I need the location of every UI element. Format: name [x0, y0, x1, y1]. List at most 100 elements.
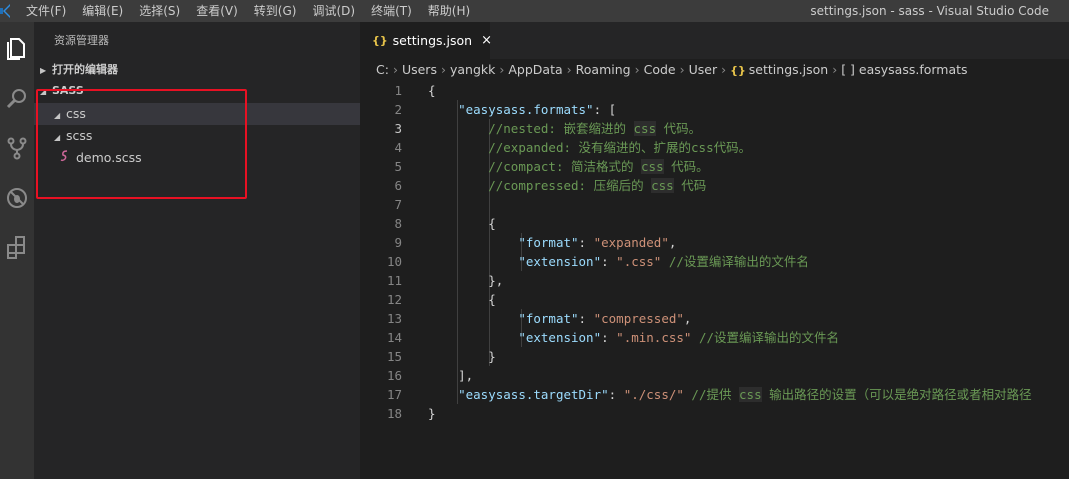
code-line[interactable]: 2 "easysass.formats": [ [360, 100, 1069, 119]
code-token: ".css" [616, 254, 662, 269]
tab-settings-json[interactable]: {} settings.json × [360, 22, 492, 59]
breadcrumb: C: › Users › yangkk › AppData › Roaming › Code › Use… [360, 59, 1069, 81]
chevron-right-icon: ▶ [40, 66, 47, 75]
code-text: }, [428, 271, 503, 290]
code-line[interactable]: 1{ [360, 81, 1069, 100]
code-line[interactable]: 15 } [360, 347, 1069, 366]
menu-item[interactable]: 帮助(H) [420, 0, 478, 22]
code-token: { [428, 292, 496, 307]
code-token: css [651, 178, 674, 193]
code-text: "format": "compressed", [428, 309, 691, 328]
code-token: } [428, 349, 496, 364]
json-file-icon: {} [730, 64, 746, 77]
line-number: 4 [394, 140, 402, 155]
editor-tabs: {} settings.json × [360, 22, 1069, 59]
close-icon[interactable]: × [481, 33, 492, 48]
code-token: "format" [518, 311, 579, 326]
breadcrumb-item[interactable]: Code [644, 62, 676, 77]
line-number: 1 [394, 83, 402, 98]
menu-item[interactable]: 选择(S) [131, 0, 188, 22]
code-line[interactable]: 16 ], [360, 366, 1069, 385]
code-token: "easysass.formats" [458, 102, 594, 117]
code-line[interactable]: 11 }, [360, 271, 1069, 290]
code-line[interactable]: 13 "format": "compressed", [360, 309, 1069, 328]
menu-item[interactable]: 转到(G) [246, 0, 305, 22]
code-text: { [428, 81, 436, 100]
menu-item[interactable]: 编辑(E) [74, 0, 131, 22]
code-line[interactable]: 6 //compressed: 压缩后的 css 代码 [360, 176, 1069, 195]
code-token: //expanded: 没有缩进的、扩展的css代码。 [488, 140, 752, 155]
menu-item[interactable]: 文件(F) [18, 0, 74, 22]
breadcrumb-item[interactable]: yangkk [450, 62, 495, 77]
code-token: //设置编译输出的文件名 [691, 330, 840, 345]
menu-item[interactable]: 终端(T) [363, 0, 420, 22]
source-control-icon[interactable] [0, 128, 34, 168]
code-line[interactable]: 8 { [360, 214, 1069, 233]
code-text: //expanded: 没有缩进的、扩展的css代码。 [428, 138, 751, 157]
chevron-right-icon: › [832, 62, 838, 77]
code-token: css [739, 387, 762, 402]
breadcrumb-item[interactable]: Users [402, 62, 437, 77]
menu-item[interactable]: 查看(V) [188, 0, 246, 22]
activity-bar [0, 22, 34, 479]
json-file-icon: {} [372, 34, 388, 47]
code-line[interactable]: 18} [360, 404, 1069, 423]
line-number: 6 [394, 178, 402, 193]
code-token: 代码 [673, 178, 707, 193]
code-line[interactable]: 4 //expanded: 没有缩进的、扩展的css代码。 [360, 138, 1069, 157]
code-line[interactable]: 3 //nested: 嵌套缩进的 css 代码。 [360, 119, 1069, 138]
code-line[interactable]: 5 //compact: 简洁格式的 css 代码。 [360, 157, 1069, 176]
menu-item[interactable]: 调试(D) [304, 0, 363, 22]
code-text: //compressed: 压缩后的 css 代码 [428, 176, 706, 195]
code-line[interactable]: 14 "extension": ".min.css" //设置编译输出的文件名 [360, 328, 1069, 347]
breadcrumb-item[interactable]: User [689, 62, 718, 77]
breadcrumb-item[interactable]: Roaming [576, 62, 631, 77]
explorer-header: 资源管理器 [54, 34, 109, 47]
code-token: "format" [518, 235, 579, 250]
code-text: "format": "expanded", [428, 233, 676, 252]
line-number: 13 [386, 311, 402, 326]
code-text: "extension": ".min.css" //设置编译输出的文件名 [428, 328, 839, 347]
code-token: : [578, 311, 594, 326]
chevron-right-icon: › [566, 62, 572, 77]
code-text: } [428, 347, 496, 366]
breadcrumb-file[interactable]: settings.json [749, 62, 828, 77]
code-line[interactable]: 9 "format": "expanded", [360, 233, 1069, 252]
breadcrumb-item[interactable]: AppData [508, 62, 562, 77]
code-line[interactable]: 7 [360, 195, 1069, 214]
line-number: 9 [394, 235, 402, 250]
breadcrumb-symbol[interactable]: [ ] easysass.formats [841, 62, 967, 77]
search-icon[interactable] [0, 78, 34, 118]
extensions-icon[interactable] [0, 228, 34, 268]
tab-label: settings.json [392, 33, 473, 48]
code-text: //nested: 嵌套缩进的 css 代码。 [428, 119, 701, 138]
debug-icon[interactable] [0, 178, 34, 218]
line-number: 3 [394, 121, 402, 136]
line-number: 8 [394, 216, 402, 231]
code-line[interactable]: 17 "easysass.targetDir": "./css/" //提供 c… [360, 385, 1069, 404]
code-editor[interactable]: 1{2 "easysass.formats": [3 //nested: 嵌套缩… [360, 81, 1069, 479]
open-editors-section[interactable]: ▶ 打开的编辑器 [34, 59, 360, 81]
code-token: ], [428, 368, 474, 383]
line-number: 2 [394, 102, 402, 117]
code-token: { [428, 83, 436, 98]
code-token: //提供 [683, 387, 740, 402]
code-line[interactable]: 10 "extension": ".css" //设置编译输出的文件名 [360, 252, 1069, 271]
code-token: "extension" [518, 254, 602, 269]
code-token: , [683, 311, 692, 326]
line-number: 15 [386, 349, 402, 364]
code-token: "expanded" [593, 235, 669, 250]
breadcrumb-item[interactable]: C: [376, 62, 389, 77]
code-line[interactable]: 12 { [360, 290, 1069, 309]
code-token: ".min.css" [616, 330, 692, 345]
code-text: { [428, 290, 496, 309]
code-token: 输出路径的设置（可以是绝对路径或者相对路径 [761, 387, 1032, 402]
files-icon[interactable] [0, 28, 34, 68]
code-token: "easysass.targetDir" [458, 387, 609, 402]
